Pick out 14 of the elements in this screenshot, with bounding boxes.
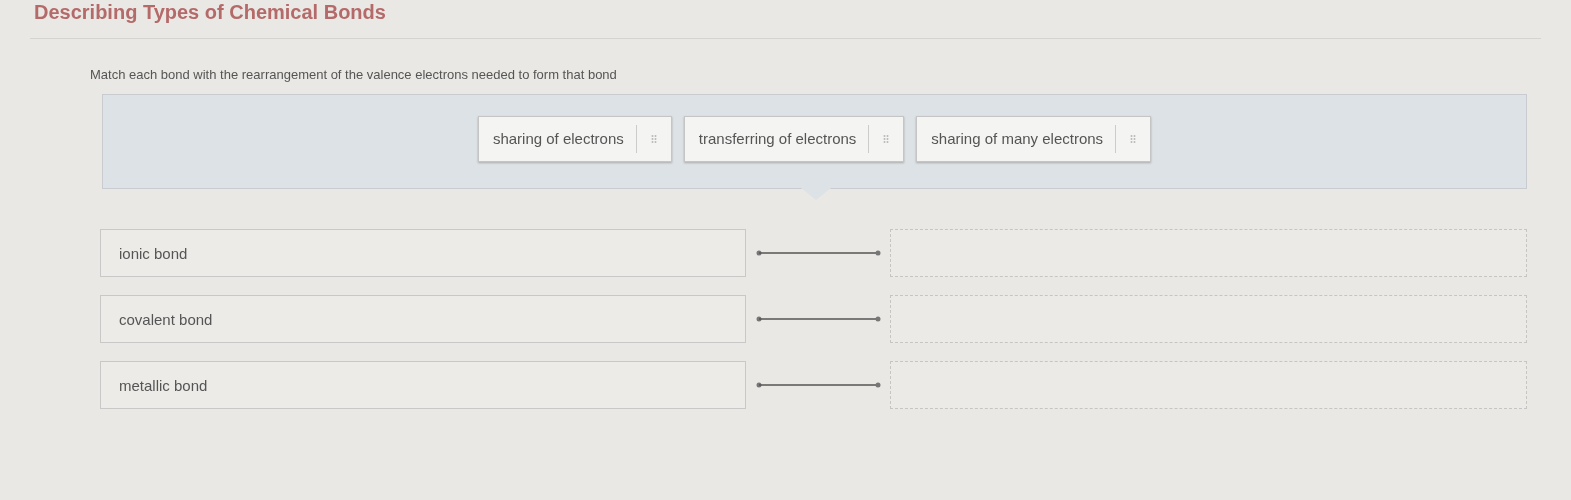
answer-tile[interactable]: transferring of electrons	[683, 115, 905, 162]
term-box: ionic bond	[100, 229, 746, 277]
instruction-text: Match each bond with the rearrangement of the valence electrons needed to form that bond	[89, 66, 618, 82]
grip-icon[interactable]	[650, 133, 657, 144]
drop-zone[interactable]	[890, 361, 1527, 409]
grip-icon[interactable]	[883, 133, 890, 144]
answer-tile[interactable]: sharing of electrons	[477, 115, 672, 162]
page-title: Describing Types of Chemical Bonds	[33, 0, 387, 22]
drop-zone[interactable]	[890, 295, 1527, 343]
grip-icon[interactable]	[1130, 133, 1137, 144]
term-box: metallic bond	[100, 361, 746, 409]
answer-tile[interactable]: sharing of many electrons	[916, 115, 1152, 162]
drop-zone[interactable]	[890, 229, 1527, 277]
term-box: covalent bond	[100, 295, 746, 343]
